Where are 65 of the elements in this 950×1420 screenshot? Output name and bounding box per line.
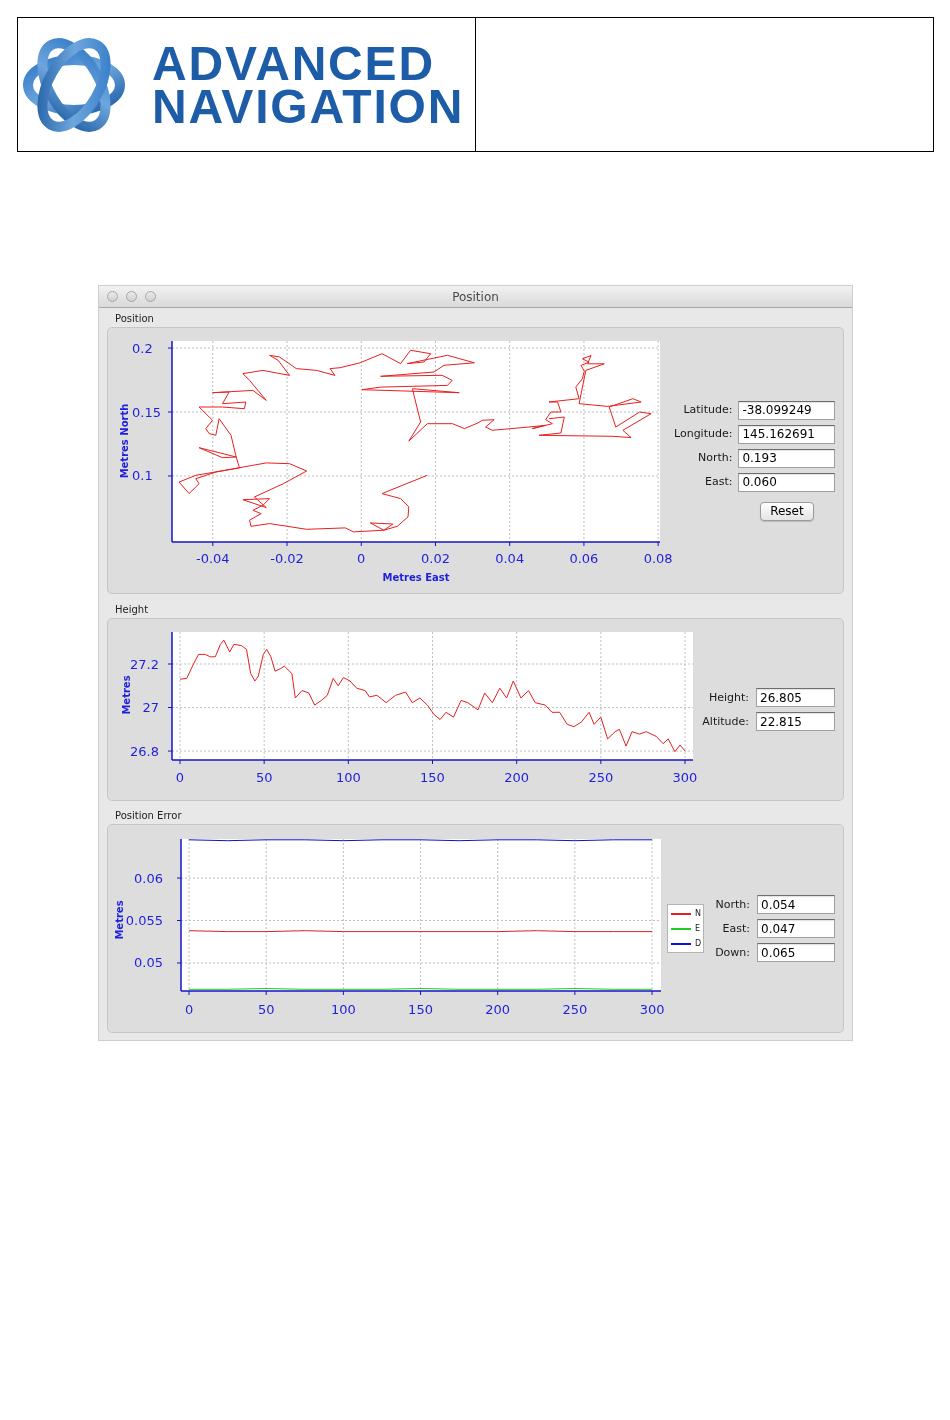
field-label: Altitude: <box>702 714 749 729</box>
tick-label: 150 <box>420 770 445 785</box>
tick-label: 250 <box>588 770 614 785</box>
field-label: East: <box>703 475 733 489</box>
field-label: North: <box>696 451 733 465</box>
legend-label: E <box>695 923 701 934</box>
tick-label: 0.2 <box>132 340 153 356</box>
tick-label: -0.02 <box>270 551 304 566</box>
tick-label: 150 <box>408 1002 433 1017</box>
value-field[interactable]: -38.099249 <box>738 400 836 420</box>
axis-title: Metres East <box>382 572 450 583</box>
field-label: Height: <box>707 690 749 705</box>
tick-label: 100 <box>335 770 361 785</box>
value-field[interactable]: 145.162691 <box>738 424 836 444</box>
tick-label: 300 <box>639 1002 664 1017</box>
tick-label: 200 <box>485 1002 511 1017</box>
window-title: Position <box>452 289 499 304</box>
value-field[interactable]: 22.815 <box>756 712 835 731</box>
section-label: Position <box>115 313 154 325</box>
legend-label: D <box>695 938 702 949</box>
field-label: East: <box>721 921 750 936</box>
field-label: Down: <box>715 945 750 960</box>
axis-title: Metres North <box>118 403 130 479</box>
tick-label: 0 <box>175 770 185 785</box>
field-label: Latitude: <box>682 403 733 417</box>
reset-button[interactable]: Reset <box>759 501 814 521</box>
value-field[interactable]: 0.047 <box>757 919 835 938</box>
tick-label: 100 <box>330 1002 356 1017</box>
tick-label: 0.08 <box>643 551 673 566</box>
tick-label: 50 <box>255 770 273 785</box>
tick-label: -0.04 <box>196 551 230 566</box>
tick-label: 0.06 <box>569 551 599 566</box>
tick-label: 250 <box>562 1002 588 1017</box>
logo-text: NAVIGATION <box>152 84 465 128</box>
tick-label: 0.15 <box>132 404 161 420</box>
tick-label: 50 <box>257 1002 275 1017</box>
value-field[interactable]: 0.060 <box>738 472 836 492</box>
tick-label: 26.8 <box>130 743 159 759</box>
tick-label: 0.05 <box>134 955 163 971</box>
tick-label: 300 <box>672 770 698 785</box>
value-field[interactable]: 0.054 <box>757 895 835 914</box>
logo-text: ADVANCED <box>152 41 435 85</box>
axis-title: Metres <box>113 900 125 940</box>
tick-label: 0.02 <box>421 551 450 566</box>
close-icon[interactable] <box>107 291 118 302</box>
tick-label: 0.1 <box>132 468 153 484</box>
value-field[interactable]: 0.193 <box>738 448 836 468</box>
tick-label: 200 <box>504 770 530 785</box>
tick-label: 0.06 <box>134 870 163 886</box>
tick-label: 0.055 <box>125 913 163 928</box>
section-label: Height <box>115 604 149 616</box>
section-label: Position Error <box>115 810 182 822</box>
field-label: Longitude: <box>674 427 733 441</box>
tick-label: 0.04 <box>495 551 525 566</box>
value-field[interactable]: 0.065 <box>757 943 835 962</box>
legend-label: N <box>695 908 701 919</box>
tick-label: 27.2 <box>130 656 159 672</box>
tick-label: 0 <box>357 551 366 566</box>
maximize-icon[interactable] <box>145 291 156 302</box>
minimize-icon[interactable] <box>126 291 137 302</box>
tick-label: 0 <box>184 1002 194 1017</box>
axis-title: Metres <box>120 675 132 715</box>
tick-label: 27 <box>142 700 159 716</box>
field-label: North: <box>715 897 750 912</box>
value-field[interactable]: 26.805 <box>756 688 835 707</box>
